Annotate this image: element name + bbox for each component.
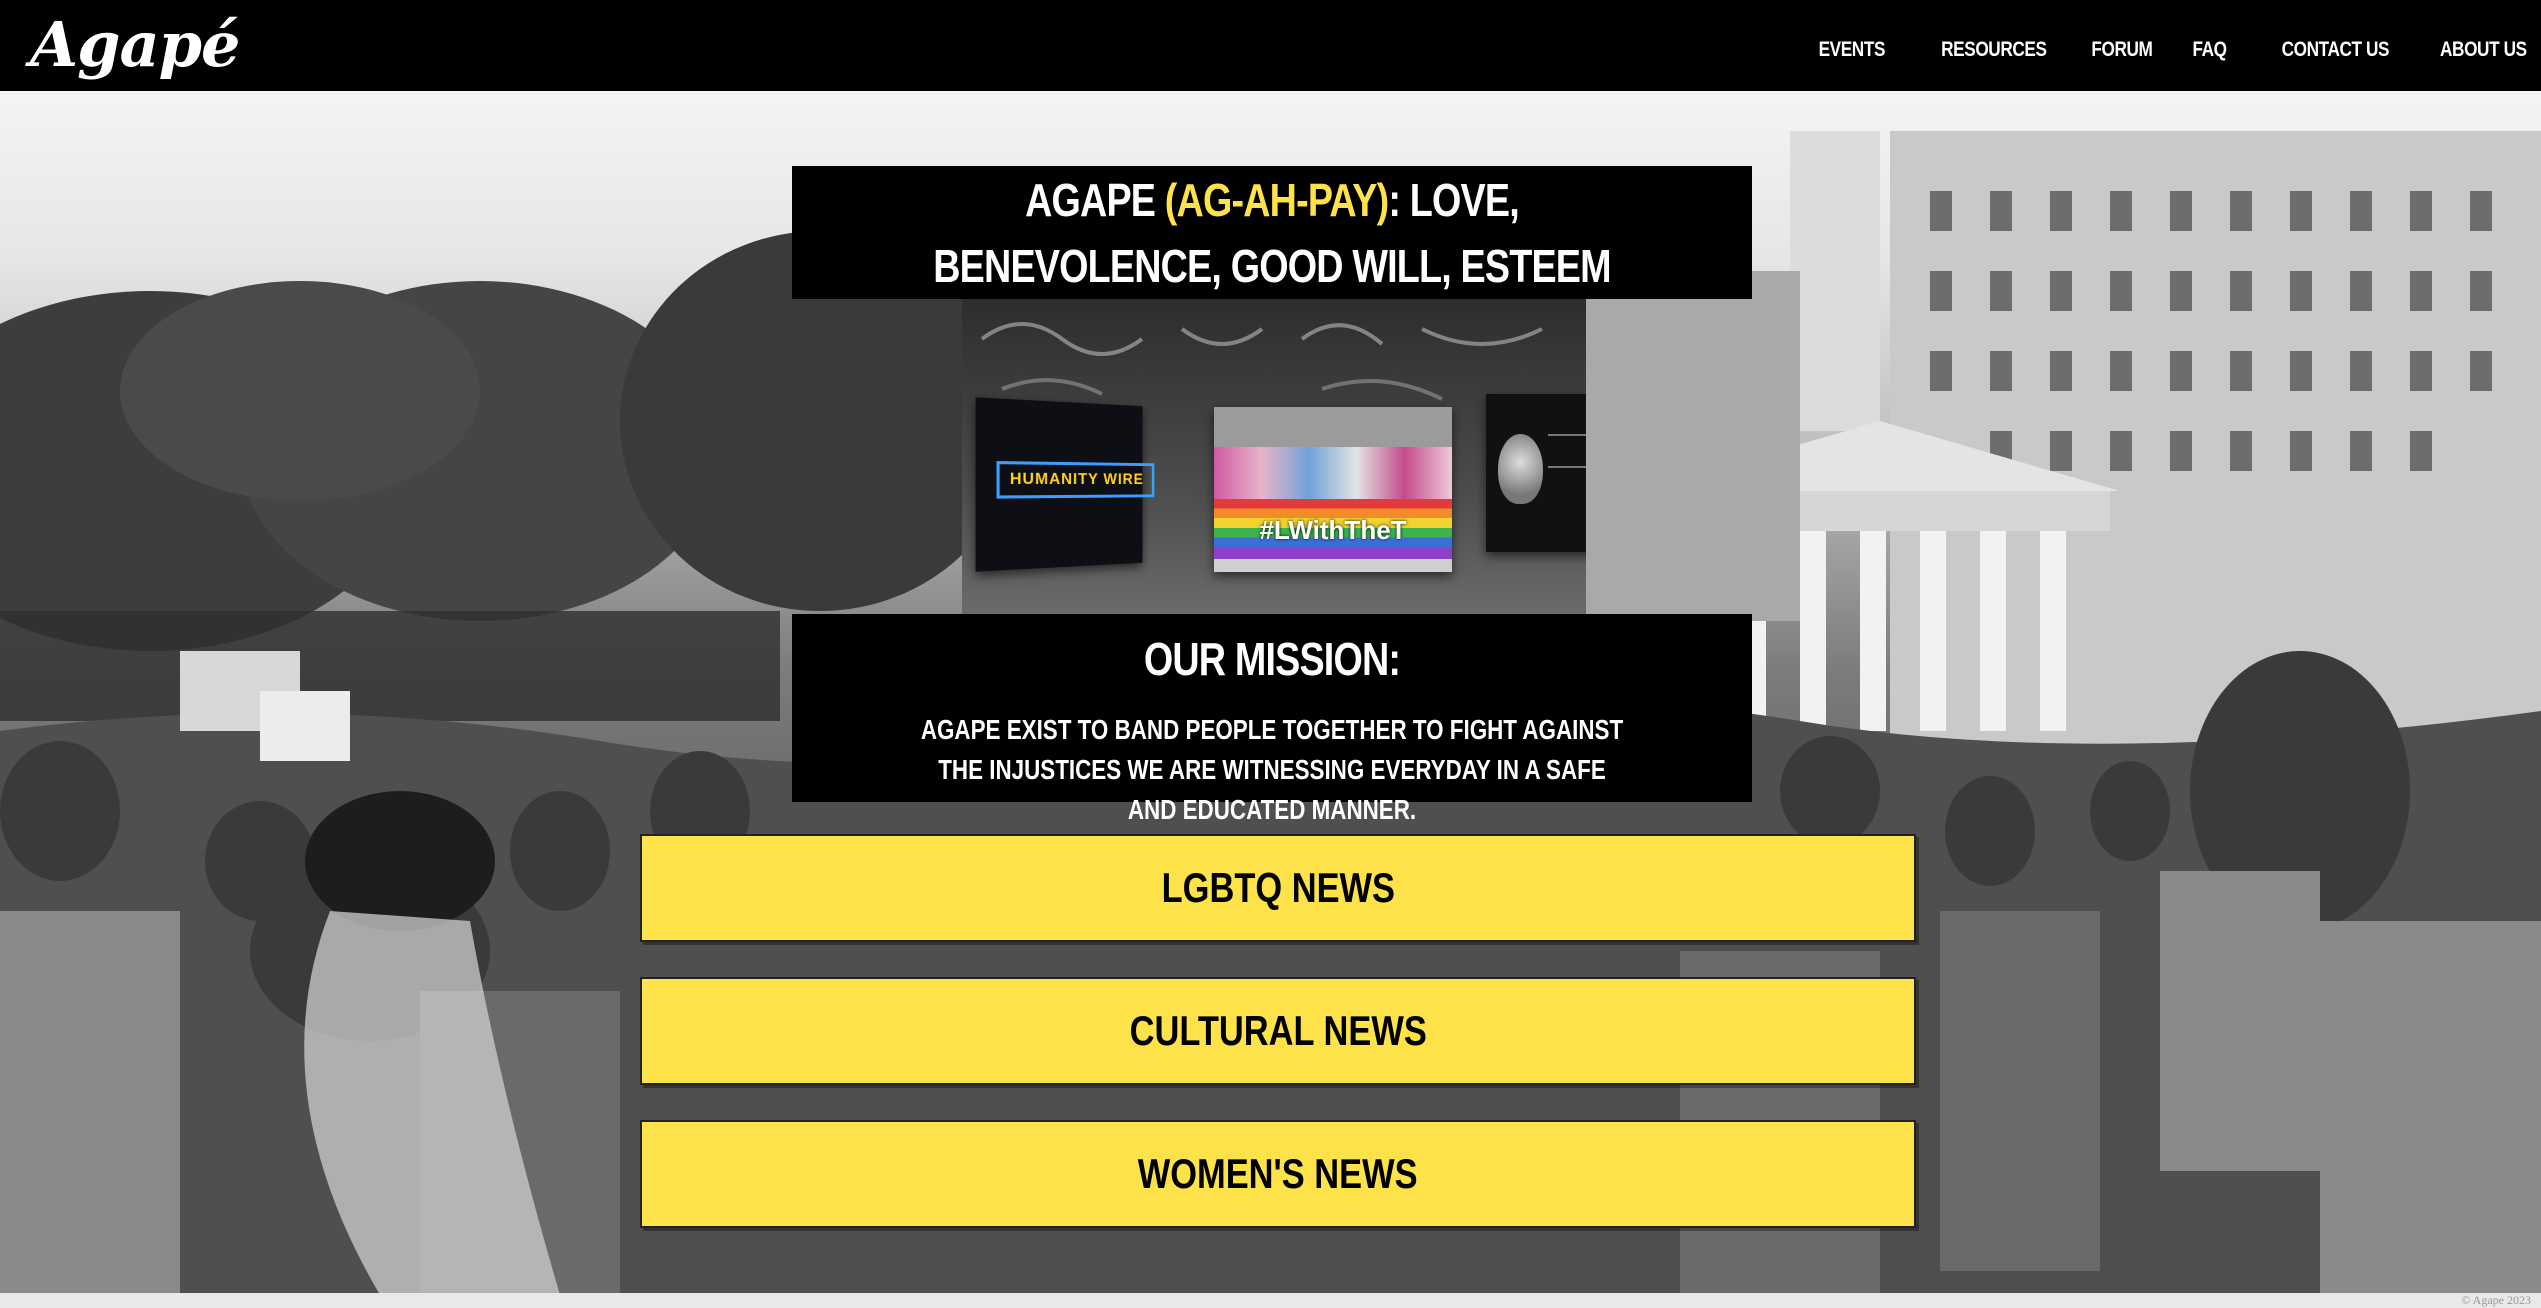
nav-resources[interactable]: RESOURCES: [1941, 38, 2046, 62]
title-pronunciation: (AG-AH-PAY): [1165, 174, 1389, 226]
womens-news-label: WOMEN'S NEWS: [1138, 1150, 1418, 1198]
nav-contact-us[interactable]: CONTACT US: [2282, 38, 2390, 62]
nav-events[interactable]: EVENTS: [1819, 38, 1885, 62]
hero-title-box: AGAPE (AG-AH-PAY): LOVE, BENEVOLENCE, GO…: [792, 166, 1752, 299]
mission-text: AGAPE EXIST TO BAND PEOPLE TOGETHER TO F…: [920, 710, 1624, 830]
main-nav: EVENTS RESOURCES FORUM FAQ CONTACT US AB…: [1804, 38, 2527, 62]
hashtag-label: #LWithTheT: [1214, 515, 1452, 546]
site-header: Agapé EVENTS RESOURCES FORUM FAQ CONTACT…: [0, 0, 2541, 91]
portrait-image: [1498, 434, 1543, 504]
quote-portrait-card: [1486, 394, 1586, 552]
cultural-news-button[interactable]: CULTURAL NEWS: [640, 977, 1916, 1085]
lgbtq-news-button[interactable]: LGBTQ NEWS: [640, 834, 1916, 942]
image-collage: HUMANITY WIRE #LWithTheT: [962, 299, 1586, 614]
lwiththeT-card: #LWithTheT: [1214, 407, 1452, 572]
nav-forum[interactable]: FORUM: [2091, 38, 2152, 62]
nav-about-us[interactable]: ABOUT US: [2440, 38, 2527, 62]
copyright-text: © Agape 2023: [2461, 1293, 2531, 1308]
lgbtq-news-label: LGBTQ NEWS: [1161, 864, 1394, 912]
site-logo[interactable]: Agapé: [30, 10, 239, 80]
mission-box: OUR MISSION: AGAPE EXIST TO BAND PEOPLE …: [792, 614, 1752, 802]
nav-faq[interactable]: FAQ: [2192, 38, 2226, 62]
hero-title: AGAPE (AG-AH-PAY): LOVE, BENEVOLENCE, GO…: [895, 167, 1649, 299]
quote-lines: [1548, 434, 1586, 468]
cultural-news-label: CULTURAL NEWS: [1129, 1007, 1426, 1055]
humanity-wire-label: HUMANITY WIRE: [997, 461, 1155, 499]
title-word: AGAPE: [1025, 174, 1155, 226]
site-footer: © Agape 2023: [0, 1293, 2541, 1308]
mission-heading: OUR MISSION:: [878, 628, 1665, 690]
humanity-wire-card: HUMANITY WIRE: [976, 397, 1143, 571]
womens-news-button[interactable]: WOMEN'S NEWS: [640, 1120, 1916, 1228]
